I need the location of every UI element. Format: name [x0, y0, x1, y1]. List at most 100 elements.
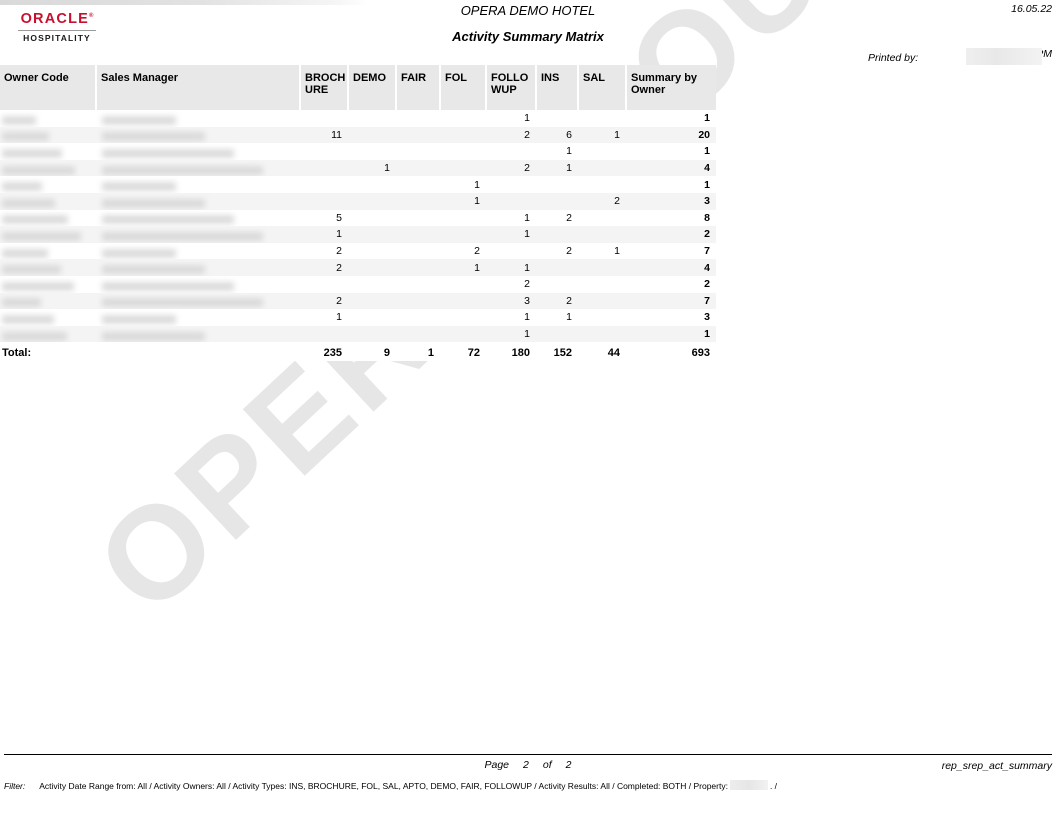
cell-brochure: 11 [300, 126, 348, 144]
cell-demo [348, 275, 396, 293]
col-owner-code[interactable]: Owner Code [0, 65, 97, 110]
cell-followup [486, 192, 536, 210]
cell-summary-by-owner: 3 [626, 192, 716, 210]
cell-owner-code [0, 192, 96, 210]
table-row[interactable]: 1 1 2 [0, 226, 716, 243]
table-row[interactable]: 11 [0, 176, 716, 193]
cell-fair [396, 309, 440, 326]
cell-summary-by-owner: 1 [626, 325, 716, 343]
total-sal: 44 [578, 342, 626, 362]
cell-sales-manager [96, 159, 300, 177]
table-row[interactable]: 11 [0, 110, 716, 127]
total-summary-by-owner: 693 [626, 342, 716, 362]
cell-fol [440, 126, 486, 144]
cell-fol [440, 110, 486, 127]
table-row[interactable]: 11 2 6 1 20 [0, 126, 716, 144]
cell-fair [396, 176, 440, 193]
cell-sales-manager [96, 126, 300, 144]
table-footer: Total: 235 9 1 72 180 152 44 693 [0, 342, 716, 362]
cell-summary-by-owner: 7 [626, 242, 716, 260]
cell-owner-code [0, 110, 96, 127]
page-label: Page [484, 759, 510, 771]
cell-followup: 1 [486, 226, 536, 243]
cell-sales-manager [96, 192, 300, 210]
cell-brochure [300, 325, 348, 343]
total-label: Total: [0, 342, 96, 362]
cell-ins: 1 [536, 309, 578, 326]
cell-sal [578, 275, 626, 293]
cell-followup: 1 [486, 309, 536, 326]
table-row[interactable]: 5 12 8 [0, 209, 716, 227]
redacted-value [102, 132, 205, 142]
redacted-value [2, 215, 68, 225]
table-row[interactable]: 1113 [0, 309, 716, 326]
cell-fair [396, 292, 440, 310]
col-ins[interactable]: INS [536, 65, 579, 110]
activity-summary-table: Owner Code Sales Manager BROCH URE DEMO … [0, 65, 716, 362]
of-label: of [542, 759, 552, 771]
table-row[interactable]: 2 11 4 [0, 259, 716, 276]
cell-brochure [300, 176, 348, 193]
table-row[interactable]: 22217 [0, 242, 716, 260]
cell-sal [578, 325, 626, 343]
col-sal[interactable]: SAL [578, 65, 627, 110]
col-sales-manager[interactable]: Sales Manager [96, 65, 301, 110]
cell-sales-manager [96, 242, 300, 260]
total-demo: 9 [348, 342, 396, 362]
hotel-name: OPERA DEMO HOTEL [460, 3, 596, 18]
cell-fol: 1 [440, 192, 486, 210]
cell-ins [536, 226, 578, 243]
table-row[interactable]: 2327 [0, 292, 716, 310]
cell-sal: 1 [578, 242, 626, 260]
cell-fol [440, 226, 486, 243]
cell-fair [396, 126, 440, 144]
cell-fol [440, 325, 486, 343]
cell-brochure: 2 [300, 292, 348, 310]
cell-sales-manager [96, 275, 300, 293]
table-row[interactable]: 22 [0, 275, 716, 293]
cell-summary-by-owner: 2 [626, 275, 716, 293]
col-summary-by-owner[interactable]: Summary by Owner [626, 65, 716, 110]
page-number: 2 [523, 759, 529, 771]
col-brochure[interactable]: BROCH URE [300, 65, 349, 110]
cell-brochure [300, 275, 348, 293]
col-fol[interactable]: FOL [440, 65, 487, 110]
col-demo[interactable]: DEMO [348, 65, 397, 110]
cell-sal: 1 [578, 126, 626, 144]
cell-followup: 1 [486, 259, 536, 276]
cell-sal [578, 226, 626, 243]
table-row[interactable]: 1214 [0, 159, 716, 177]
cell-summary-by-owner: 4 [626, 159, 716, 177]
table-row[interactable]: 1 23 [0, 192, 716, 210]
cell-demo [348, 226, 396, 243]
property-value-redacted [729, 780, 768, 790]
col-fair[interactable]: FAIR [396, 65, 441, 110]
cell-fair [396, 159, 440, 177]
filter-line: Filter: Activity Date Range from: All / A… [4, 780, 777, 791]
total-row: Total: 235 9 1 72 180 152 44 693 [0, 342, 716, 362]
redacted-value [102, 248, 176, 258]
cell-sal [578, 176, 626, 193]
cell-summary-by-owner: 1 [626, 176, 716, 193]
redacted-value [102, 165, 263, 175]
table-row[interactable]: 11 [0, 325, 716, 343]
col-followup[interactable]: FOLLO WUP [486, 65, 537, 110]
cell-sal [578, 292, 626, 310]
cell-fair [396, 209, 440, 227]
cell-fol [440, 275, 486, 293]
cell-sales-manager [96, 309, 300, 326]
table-row[interactable]: 11 [0, 143, 716, 160]
cell-brochure [300, 110, 348, 127]
cell-brochure: 1 [300, 309, 348, 326]
cell-brochure: 1 [300, 226, 348, 243]
page-indicator: Page 2 of 2 [0, 759, 1056, 771]
cell-followup [486, 143, 536, 160]
page-title: Activity Summary Matrix [452, 29, 604, 44]
redacted-value [102, 148, 234, 158]
cell-fair [396, 110, 440, 127]
total-brochure: 235 [300, 342, 348, 362]
cell-brochure: 2 [300, 259, 348, 276]
cell-summary-by-owner: 3 [626, 309, 716, 326]
redacted-value [2, 314, 54, 324]
cell-summary-by-owner: 7 [626, 292, 716, 310]
